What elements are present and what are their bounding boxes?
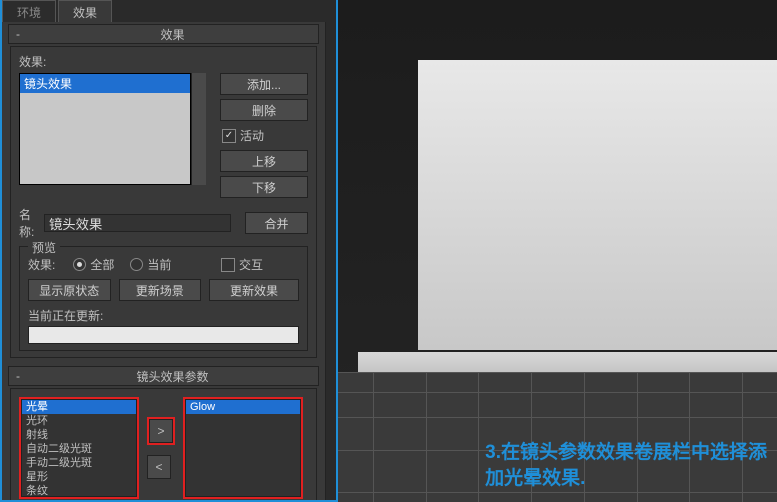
radio-all[interactable]: 全部 (73, 256, 114, 273)
applied-lens-list[interactable]: Glow (185, 399, 301, 497)
tab-effects[interactable]: 效果 (58, 0, 112, 22)
rollup-toggle-icon: - (9, 369, 27, 383)
radio-icon (73, 258, 86, 271)
add-button-highlight: > (147, 417, 175, 445)
check-icon (221, 258, 235, 272)
move-up-button[interactable]: 上移 (220, 150, 308, 172)
applied-effects-highlight: Glow (183, 397, 303, 499)
preview-group-label: 预览 (28, 239, 60, 256)
radio-all-label: 全部 (90, 256, 114, 273)
name-label: 名称: (19, 206, 38, 240)
updating-progress (28, 326, 299, 344)
list-item[interactable]: 光晕 (22, 400, 136, 414)
move-down-button[interactable]: 下移 (220, 176, 308, 198)
rollup-toggle-icon: - (9, 27, 27, 41)
available-lens-list[interactable]: 光晕 光环 射线 自动二级光斑 手动二级光斑 星形 条纹 (21, 399, 137, 497)
rollup-effects-header[interactable]: - 效果 (8, 24, 319, 44)
rollup-lens-params-header[interactable]: - 镜头效果参数 (8, 366, 319, 386)
delete-effect-button[interactable]: 删除 (220, 99, 308, 121)
effects-list-scrollbar[interactable] (191, 73, 206, 185)
list-item[interactable]: 自动二级光斑 (22, 442, 136, 456)
rollup-effects-body: 效果: 镜头效果 添加... 删除 ✓ (10, 46, 317, 358)
viewport-3d[interactable]: 3.在镜头参数效果卷展栏中选择添 加光晕效果. (338, 0, 777, 502)
radio-current[interactable]: 当前 (130, 256, 171, 273)
panel-tabs: 环境 效果 (2, 0, 336, 22)
list-item[interactable]: 射线 (22, 428, 136, 442)
rollup-lens-params-body: 光晕 光环 射线 自动二级光斑 手动二级光斑 星形 条纹 > (10, 388, 317, 500)
interactive-checkbox-label: 交互 (239, 256, 263, 273)
list-item[interactable]: 星形 (22, 470, 136, 484)
add-effect-button[interactable]: 添加... (220, 73, 308, 95)
show-original-button[interactable]: 显示原状态 (28, 279, 111, 301)
effects-listbox[interactable]: 镜头效果 (19, 73, 191, 185)
check-icon: ✓ (222, 129, 236, 143)
list-item[interactable]: 手动二级光斑 (22, 456, 136, 470)
annotation-line2: 加光晕效果. (485, 466, 767, 492)
update-scene-button[interactable]: 更新场景 (119, 279, 202, 301)
interactive-checkbox[interactable]: 交互 (221, 256, 263, 273)
merge-button[interactable]: 合并 (245, 212, 308, 234)
tab-environment[interactable]: 环境 (2, 0, 56, 22)
list-item[interactable]: 光环 (22, 414, 136, 428)
effect-name-input[interactable] (44, 214, 231, 232)
effects-panel: 环境 效果 - 效果 效果: 镜头效果 (0, 0, 338, 502)
add-lens-effect-button[interactable]: > (149, 419, 173, 443)
effects-list-item[interactable]: 镜头效果 (20, 74, 190, 93)
list-item[interactable]: Glow (186, 400, 300, 414)
active-checkbox[interactable]: ✓ 活动 (222, 127, 308, 144)
annotation-line1: 3.在镜头参数效果卷展栏中选择添 (485, 440, 767, 466)
preview-group: 预览 效果: 全部 当前 交互 显示原状态 (19, 246, 308, 351)
available-effects-highlight: 光晕 光环 射线 自动二级光斑 手动二级光斑 星形 条纹 (19, 397, 139, 499)
panel-scrollbar[interactable] (325, 22, 336, 500)
remove-lens-effect-button[interactable]: < (147, 455, 171, 479)
effects-list-label: 效果: (19, 53, 308, 70)
scene-backwall (418, 60, 777, 350)
rollup-effects-title: 效果 (27, 26, 318, 43)
tutorial-annotation: 3.在镜头参数效果卷展栏中选择添 加光晕效果. (485, 440, 767, 492)
update-effect-button[interactable]: 更新效果 (209, 279, 299, 301)
list-item[interactable]: 条纹 (22, 484, 136, 498)
radio-icon (130, 258, 143, 271)
active-checkbox-label: 活动 (240, 127, 264, 144)
preview-fx-label: 效果: (28, 256, 55, 273)
rollup-lens-params-title: 镜头效果参数 (27, 368, 318, 385)
radio-current-label: 当前 (147, 256, 171, 273)
updating-label: 当前正在更新: (28, 307, 299, 324)
